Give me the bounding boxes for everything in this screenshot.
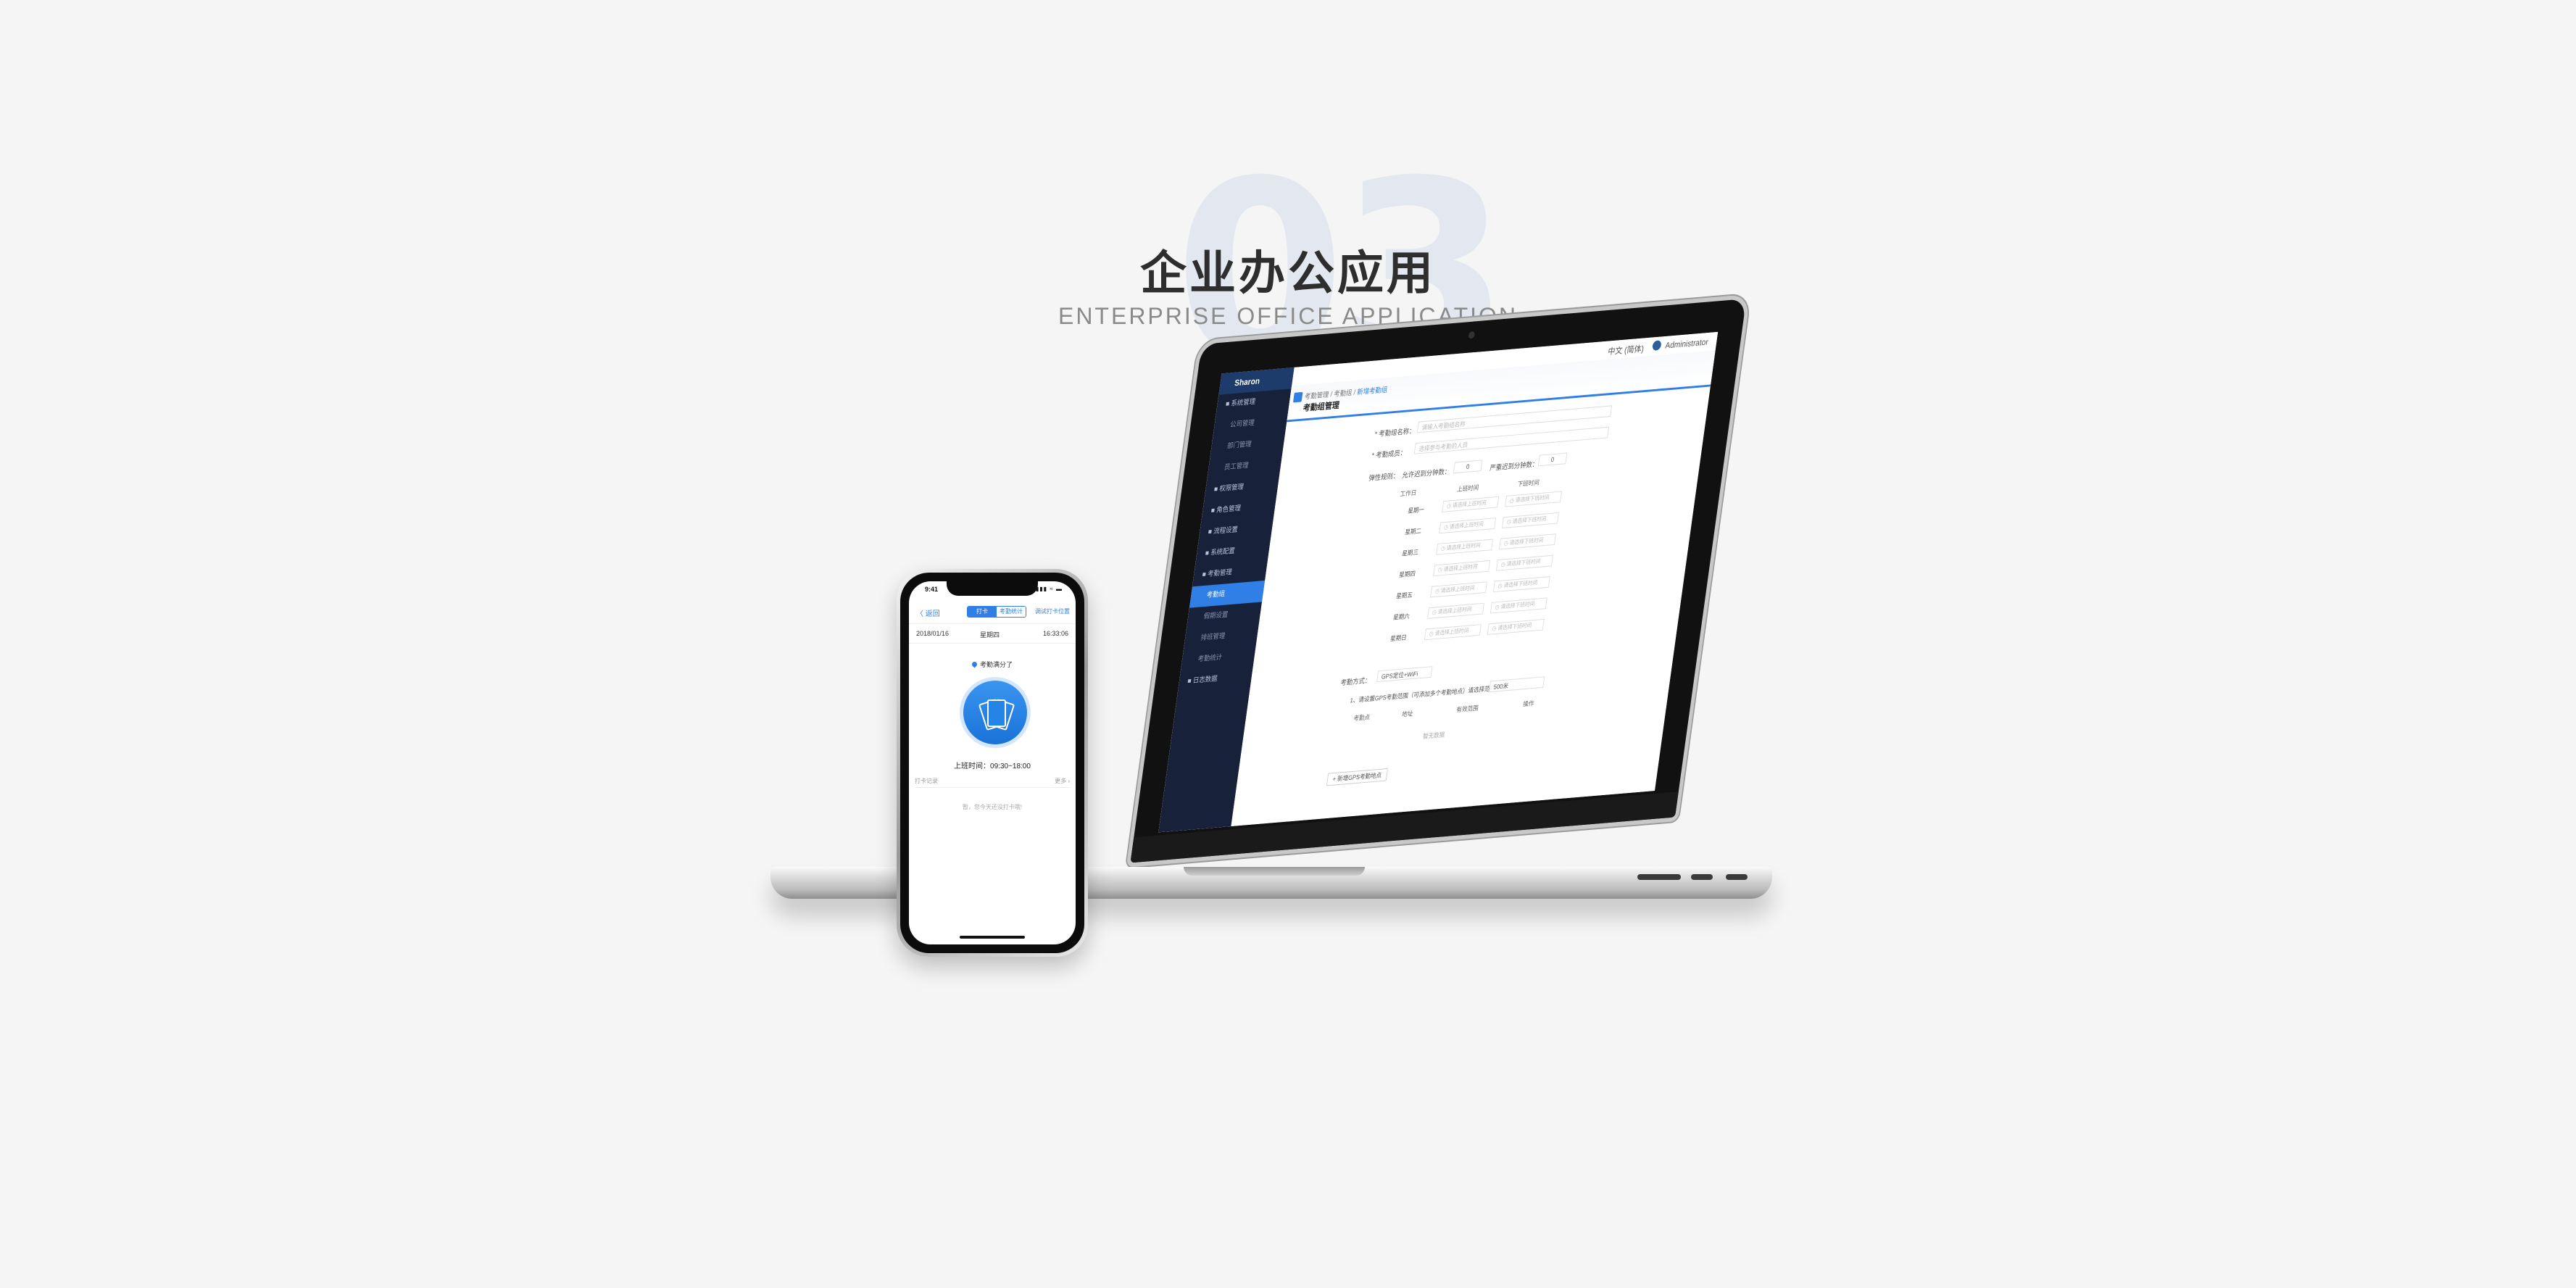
usb-port (1691, 874, 1713, 880)
home-indicator (960, 936, 1025, 939)
start-time-picker[interactable]: ◷ 请选择上班时间 (1433, 560, 1491, 577)
add-gps-button[interactable]: + 新增GPS考勤地点 (1326, 768, 1388, 786)
table-col-range: 有效范围 (1455, 704, 1479, 714)
table-empty: 暂无数据 (1422, 731, 1445, 740)
phone-cards-icon (978, 697, 1015, 731)
tab-statistics[interactable]: 考勤统计 (997, 607, 1026, 617)
current-date: 2018/01/16 (916, 630, 950, 637)
status-time: 9:41 (925, 586, 939, 593)
name-label: * 考勤组名称： (1374, 427, 1416, 439)
location-pin-icon (971, 660, 979, 668)
start-time-picker[interactable]: ◷ 请选择上班时间 (1439, 518, 1497, 534)
smartphone: 9:41 ▮▮▮ ≈ ▬ 〈 返回 打卡 考勤统计 调试打卡位置 2018/01/… (897, 569, 1088, 957)
page-title: 考勤组管理 (1302, 399, 1340, 413)
location-name: 考勤满分了 (979, 661, 1013, 668)
camera-icon (1468, 331, 1476, 339)
rule-label: 弹性规则： (1368, 472, 1400, 483)
phone-notch (947, 581, 1038, 596)
col-head-start: 上班时间 (1456, 483, 1479, 493)
start-time-picker[interactable]: ◷ 请选择上班时间 (1430, 581, 1487, 598)
start-time-picker[interactable]: ◷ 请选择上班时间 (1426, 602, 1484, 619)
current-weekday: 星期四 (980, 631, 1000, 639)
more-link[interactable]: 更多 › (1055, 777, 1070, 785)
start-time-picker[interactable]: ◷ 请选择上班时间 (1436, 539, 1494, 555)
breadcrumb-current: 新增考勤组 (1356, 386, 1388, 397)
col-head-day: 工作日 (1399, 489, 1417, 498)
severe-label: 严重迟到分钟数： (1489, 460, 1539, 473)
late-minutes-stepper[interactable]: 0 (1453, 460, 1483, 474)
segment-control: 打卡 考勤统计 (967, 606, 1026, 618)
punch-button-ring (960, 677, 1031, 748)
range-select[interactable]: 500米 (1489, 676, 1545, 693)
day-label: 星期三 (1401, 548, 1419, 557)
day-label: 星期四 (1398, 570, 1416, 579)
end-time-picker[interactable]: ◷ 请选择下班时间 (1492, 576, 1550, 593)
day-label: 星期五 (1395, 591, 1413, 600)
late-label: 允许迟到分钟数： (1401, 468, 1451, 481)
location-line: 考勤满分了 (909, 660, 1076, 669)
tab-punch[interactable]: 打卡 (968, 607, 997, 617)
range-label: 1、请设置GPS考勤范围（可添加多个考勤地点）请选择范围： (1350, 684, 1502, 705)
laptop-screen: Sharon ■ 系统管理 公司管理 部门管理 员工管理 ■ 权限管理 ■ 角色管理 ■ 流… (1130, 299, 1747, 863)
start-time-picker[interactable]: ◷ 请选择上班时间 (1442, 496, 1500, 512)
start-time-picker[interactable]: ◷ 请选择上班时间 (1424, 624, 1482, 641)
end-time-picker[interactable]: ◷ 请选择下班时间 (1502, 512, 1559, 528)
table-col-address: 地址 (1401, 710, 1414, 718)
col-head-end: 下班时间 (1516, 478, 1540, 488)
method-select[interactable]: GPS定位+WiFi (1376, 666, 1433, 683)
day-label: 星期二 (1404, 527, 1422, 536)
mobile-attendance-app: 9:41 ▮▮▮ ≈ ▬ 〈 返回 打卡 考勤统计 调试打卡位置 2018/01/… (909, 581, 1076, 944)
end-time-picker[interactable]: ◷ 请选择下班时间 (1498, 533, 1556, 550)
date-info-row: 2018/01/16 星期四 16:33:06 (909, 623, 1076, 644)
day-label: 星期日 (1389, 633, 1408, 643)
laptop-hinge-notch (1184, 867, 1365, 876)
breadcrumb: 考勤管理 / 考勤组 / 新增考勤组 (1304, 383, 1388, 401)
back-button[interactable]: 〈 返回 (916, 607, 940, 618)
severe-minutes-stepper[interactable]: 0 (1537, 452, 1568, 467)
usb-port (1637, 874, 1681, 880)
hero-title: 企业办公应用 (1140, 247, 1436, 301)
punch-button[interactable] (963, 681, 1027, 744)
usb-port (1726, 874, 1748, 880)
current-clock: 16:33:06 (1042, 630, 1068, 637)
user-name[interactable]: Administrator (1665, 337, 1709, 351)
signal-battery-icon: ▮▮▮ ≈ ▬ (1035, 586, 1063, 592)
work-hours: 上班时间：09:30~18:00 (954, 763, 1031, 770)
admin-web-app: Sharon ■ 系统管理 公司管理 部门管理 员工管理 ■ 权限管理 ■ 角色管理 ■ 流… (1158, 331, 1719, 833)
avatar[interactable] (1652, 340, 1662, 351)
record-label: 打卡记录 (915, 778, 938, 784)
end-time-picker[interactable]: ◷ 请选择下班时间 (1487, 618, 1545, 635)
day-label: 星期六 (1392, 612, 1410, 621)
day-label: 星期一 (1407, 506, 1425, 515)
empty-record-text: 暂，您今天还没打卡哦! (962, 804, 1023, 810)
end-time-picker[interactable]: ◷ 请选择下班时间 (1505, 491, 1563, 507)
record-row: 打卡记录 更多 › (915, 777, 1070, 788)
table-col-action: 操作 (1522, 699, 1535, 708)
end-time-picker[interactable]: ◷ 请选择下班时间 (1489, 597, 1547, 614)
adjust-location-link[interactable]: 调试打卡位置 (1035, 607, 1070, 615)
table-col-point: 考勤点 (1353, 713, 1371, 723)
method-label: 考勤方式： (1339, 676, 1371, 688)
end-time-picker[interactable]: ◷ 请选择下班时间 (1495, 554, 1553, 571)
page-icon (1292, 391, 1303, 403)
members-label: * 考勤成员： (1371, 449, 1407, 460)
phone-bezel: 9:41 ▮▮▮ ≈ ▬ 〈 返回 打卡 考勤统计 调试打卡位置 2018/01/… (900, 573, 1084, 953)
app-main: 考勤管理 / 考勤组 / 新增考勤组 考勤组管理 * 考勤组名称： 请输入考勤组… (1231, 350, 1716, 826)
language-switch[interactable]: 中文 (简体) (1607, 342, 1645, 357)
